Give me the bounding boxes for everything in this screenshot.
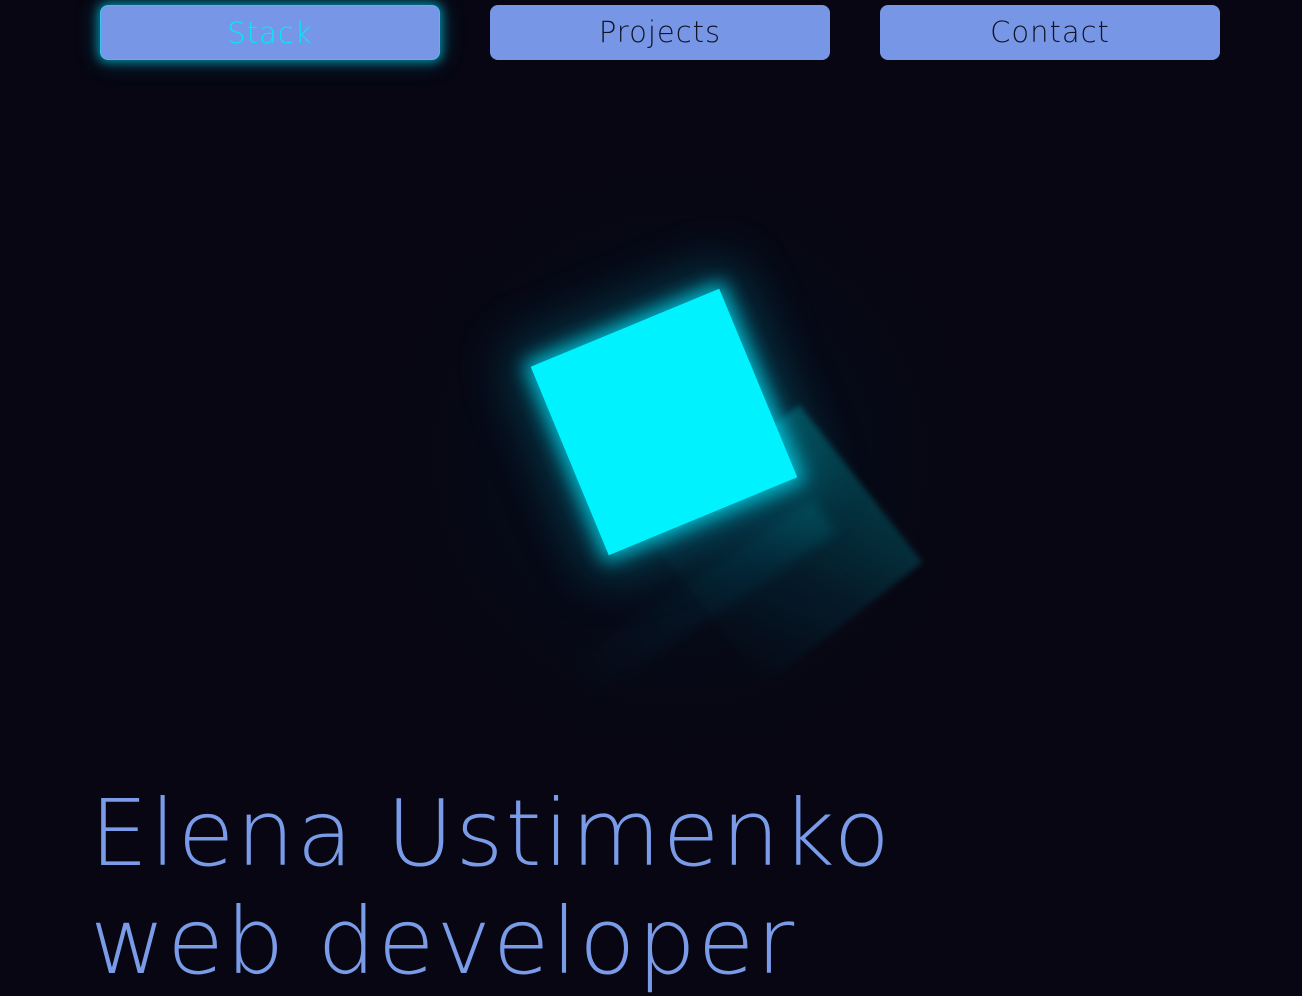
glowing-cube-scene	[300, 120, 1060, 770]
stack-nav-button[interactable]: Stack	[100, 5, 440, 60]
main-navigation: Stack Projects Contact	[0, 0, 1302, 70]
contact-nav-button[interactable]: Contact	[880, 5, 1220, 60]
hero-headline: Elena Ustimenko web developer	[90, 780, 1090, 996]
hero-role: web developer	[90, 888, 797, 995]
page: Stack Projects Contact Elena Ustimenko w…	[0, 0, 1302, 996]
projects-nav-button[interactable]: Projects	[490, 5, 830, 60]
hero-name: Elena Ustimenko	[90, 780, 892, 887]
